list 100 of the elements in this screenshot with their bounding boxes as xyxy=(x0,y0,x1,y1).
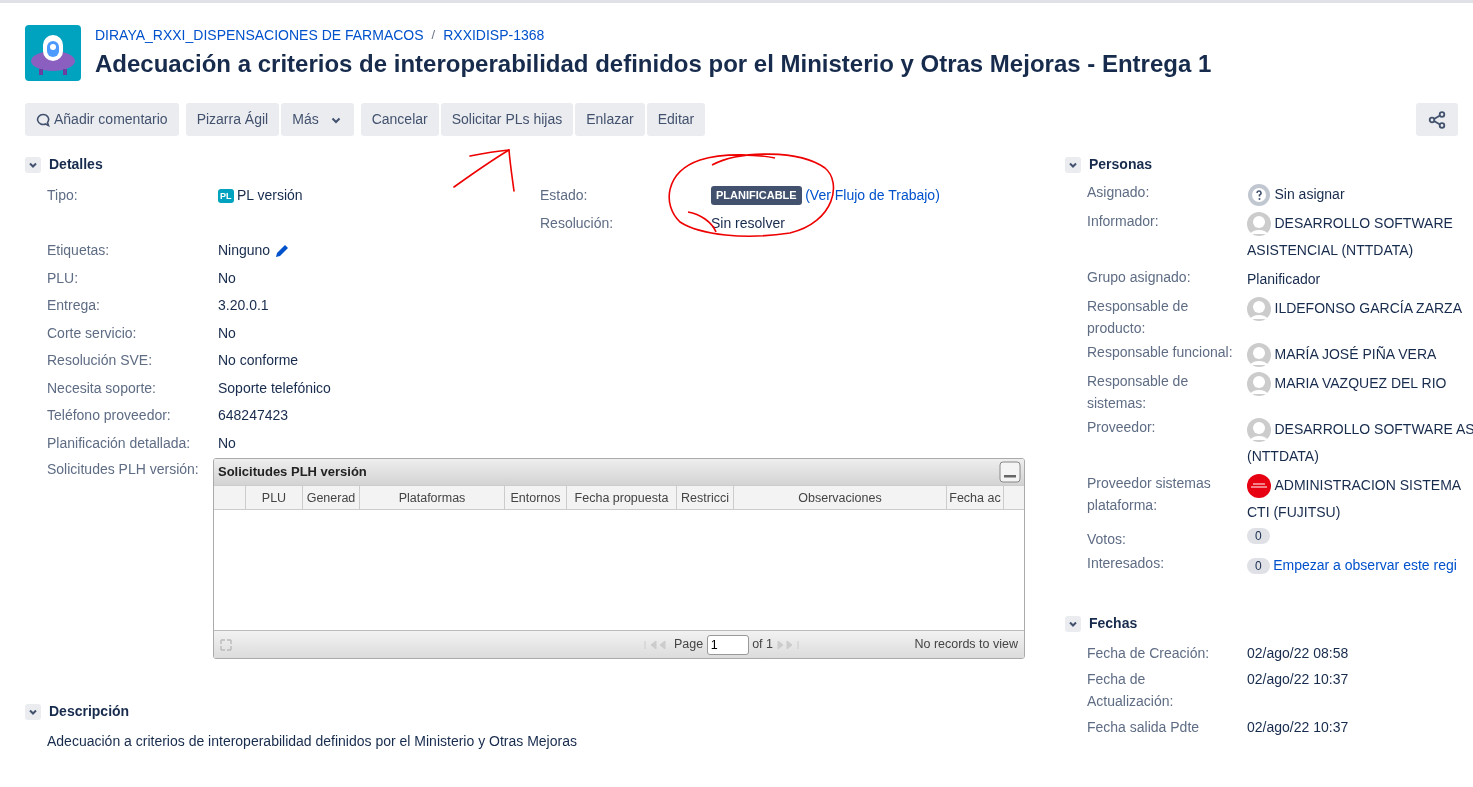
toolbar-button[interactable]: Editar xyxy=(646,103,706,136)
field-value: 3.20.0.1 xyxy=(218,296,269,315)
speech-bubble-icon xyxy=(36,112,50,127)
field-label: Grupo asignado: xyxy=(1087,268,1192,287)
field-value: Soporte telefónico xyxy=(218,378,331,398)
section-heading: Fechas xyxy=(1089,614,1138,633)
field-value: Planificador xyxy=(1247,270,1321,289)
field-value: No conforme xyxy=(218,351,299,370)
share-icon xyxy=(1428,110,1446,129)
user-avatar-icon xyxy=(1247,342,1271,367)
breadcrumb-separator: / xyxy=(431,27,436,42)
field-label: Fecha de Actualización: xyxy=(1087,670,1175,711)
user-avatar-icon xyxy=(1247,371,1271,396)
toolbar-button[interactable]: Enlazar xyxy=(575,103,645,136)
collapse-toggle[interactable] xyxy=(25,703,41,720)
field-value: No xyxy=(218,433,236,453)
field-label: PLU: xyxy=(47,268,80,288)
field-label: Votos: xyxy=(1087,530,1127,549)
column-header: Plataformas xyxy=(360,486,505,509)
collapse-toggle[interactable] xyxy=(1065,156,1081,173)
expand-icon xyxy=(220,638,232,651)
field-value: 648247423 xyxy=(218,406,289,425)
field-value: No xyxy=(218,268,236,288)
field-label: Fecha de Creación: xyxy=(1087,644,1211,663)
column-header: PLU xyxy=(246,486,303,509)
field-label: Teléfono proveedor: xyxy=(47,406,172,425)
field-label: Responsable funcional: xyxy=(1087,343,1234,362)
user-name: MARIA VAZQUEZ DEL RIO xyxy=(1274,374,1447,393)
field-label: Interesados: xyxy=(1087,554,1166,573)
issue-title: Adecuación a criterios de interoperabilidad definidos por el Ministerio y Otras Mejoras - Entrega 1 xyxy=(95,49,1212,79)
field-value: No xyxy=(218,323,236,343)
user-name: (NTTDATA) xyxy=(1247,447,1319,466)
unknown-user-icon xyxy=(1247,182,1271,207)
field-label: Solicitudes PLH versión: xyxy=(47,460,200,479)
field-label: Resolución: xyxy=(540,213,615,233)
field-label: Fecha salida Pdte xyxy=(1087,718,1201,737)
field-label: Estado: xyxy=(540,186,589,205)
column-header: Generad xyxy=(303,486,360,509)
field-label: Entrega: xyxy=(47,296,101,315)
user-name: ASISTENCIAL (NTTDATA) xyxy=(1247,241,1414,260)
field-label: Informador: xyxy=(1087,212,1160,231)
section-heading: Descripción xyxy=(49,702,130,721)
field-label: Etiquetas: xyxy=(47,241,111,260)
user-name: DESARROLLO SOFTWARE xyxy=(1274,214,1453,233)
field-label: Proveedor sistemas plataforma: xyxy=(1087,474,1212,515)
watch-link[interactable]: Empezar a observar este regi xyxy=(1273,552,1457,579)
column-header: Fecha ac xyxy=(947,486,1004,509)
toolbar-button[interactable]: Pizarra Ágil xyxy=(185,103,280,136)
user-name: ILDEFONSO GARCÍA ZARZA xyxy=(1274,299,1462,318)
votes-count: 0 xyxy=(1247,528,1270,544)
type-icon: PL xyxy=(218,188,234,203)
minimize-icon[interactable] xyxy=(999,461,1021,483)
field-label: Responsable de sistemas: xyxy=(1087,372,1190,413)
field-label: Tipo: xyxy=(47,186,79,205)
column-header: Fecha propuesta xyxy=(567,486,677,509)
comment-button[interactable]: Añadir comentario xyxy=(25,103,179,136)
company-logo-icon xyxy=(1247,473,1271,498)
status-lozenge: PLANIFICABLE xyxy=(711,186,802,205)
field-value: PL versión xyxy=(237,186,303,205)
date-value: 02/ago/22 08:58 xyxy=(1247,644,1349,663)
share-button[interactable] xyxy=(1416,103,1458,136)
toolbar-button[interactable]: Cancelar xyxy=(360,103,439,136)
section-heading: Detalles xyxy=(49,155,103,174)
field-label: Corte servicio: xyxy=(47,323,138,343)
field-label: Necesita soporte: xyxy=(47,378,157,398)
grid-title: Solicitudes PLH versión xyxy=(218,463,367,482)
field-label: Responsable de producto: xyxy=(1087,297,1190,338)
toolbar-button[interactable]: Solicitar PLs hijas xyxy=(440,103,574,136)
pencil-icon[interactable] xyxy=(273,242,290,259)
field-label: Proveedor: xyxy=(1087,418,1157,437)
description-text: Adecuación a criterios de interoperabilidad definidos por el Ministerio y Otras Mejoras xyxy=(46,732,578,751)
breadcrumb-link[interactable]: DIRAYA_RXXI_DISPENSACIONES DE FARMACOS xyxy=(95,27,424,43)
watchers-count: 0 xyxy=(1247,557,1270,574)
workflow-link[interactable]: (Ver Flujo de Trabajo) xyxy=(805,185,940,206)
field-label: Planificación detallada: xyxy=(47,433,192,453)
field-value: Sin resolver xyxy=(711,213,785,233)
field-label: Asignado: xyxy=(1087,183,1151,202)
column-header: Entornos xyxy=(505,486,567,509)
column-header: Observaciones xyxy=(734,486,947,509)
date-value: 02/ago/22 10:37 xyxy=(1247,670,1349,689)
pager-label: of 1 xyxy=(752,636,773,654)
page-input[interactable]: 1 xyxy=(706,634,749,655)
records-count: No records to view xyxy=(914,636,1018,654)
collapse-toggle[interactable] xyxy=(1065,615,1081,632)
field-label: Resolución SVE: xyxy=(47,351,154,370)
breadcrumb-link[interactable]: RXXIDISP-1368 xyxy=(443,27,545,43)
date-value: 02/ago/22 10:37 xyxy=(1247,718,1349,737)
section-heading: Personas xyxy=(1089,155,1153,174)
user-avatar-icon xyxy=(1247,417,1271,442)
pager-label: Page xyxy=(673,636,704,654)
collapse-toggle[interactable] xyxy=(25,156,41,173)
user-name: ADMINISTRACION SISTEMA xyxy=(1274,476,1462,495)
more-dropdown-button[interactable]: Más xyxy=(281,103,354,136)
user-avatar-icon xyxy=(1247,296,1271,321)
project-logo xyxy=(25,25,81,81)
user-name: Sin asignar xyxy=(1274,185,1345,204)
column-header: Restricci xyxy=(677,486,734,509)
user-avatar-icon xyxy=(1247,211,1271,236)
field-value: Ninguno xyxy=(218,241,271,260)
user-name: MARÍA JOSÉ PIÑA VERA xyxy=(1274,345,1437,364)
